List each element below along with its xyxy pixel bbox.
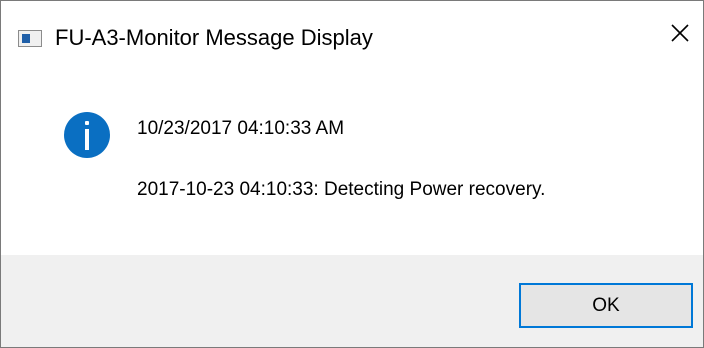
window-title: FU-A3-Monitor Message Display <box>55 25 373 50</box>
close-icon <box>671 24 689 42</box>
close-button[interactable] <box>657 13 703 53</box>
app-icon <box>18 30 42 47</box>
title-bar[interactable]: FU-A3-Monitor Message Display <box>1 1 703 63</box>
ok-button[interactable]: OK <box>519 283 693 328</box>
message-text: 2017-10-23 04:10:33: Detecting Power rec… <box>137 179 546 200</box>
ok-button-label: OK <box>592 294 620 316</box>
message-timestamp: 10/23/2017 04:10:33 AM <box>137 118 345 139</box>
info-icon <box>64 112 110 158</box>
message-dialog: FU-A3-Monitor Message Display 10/23/2017… <box>0 0 704 348</box>
